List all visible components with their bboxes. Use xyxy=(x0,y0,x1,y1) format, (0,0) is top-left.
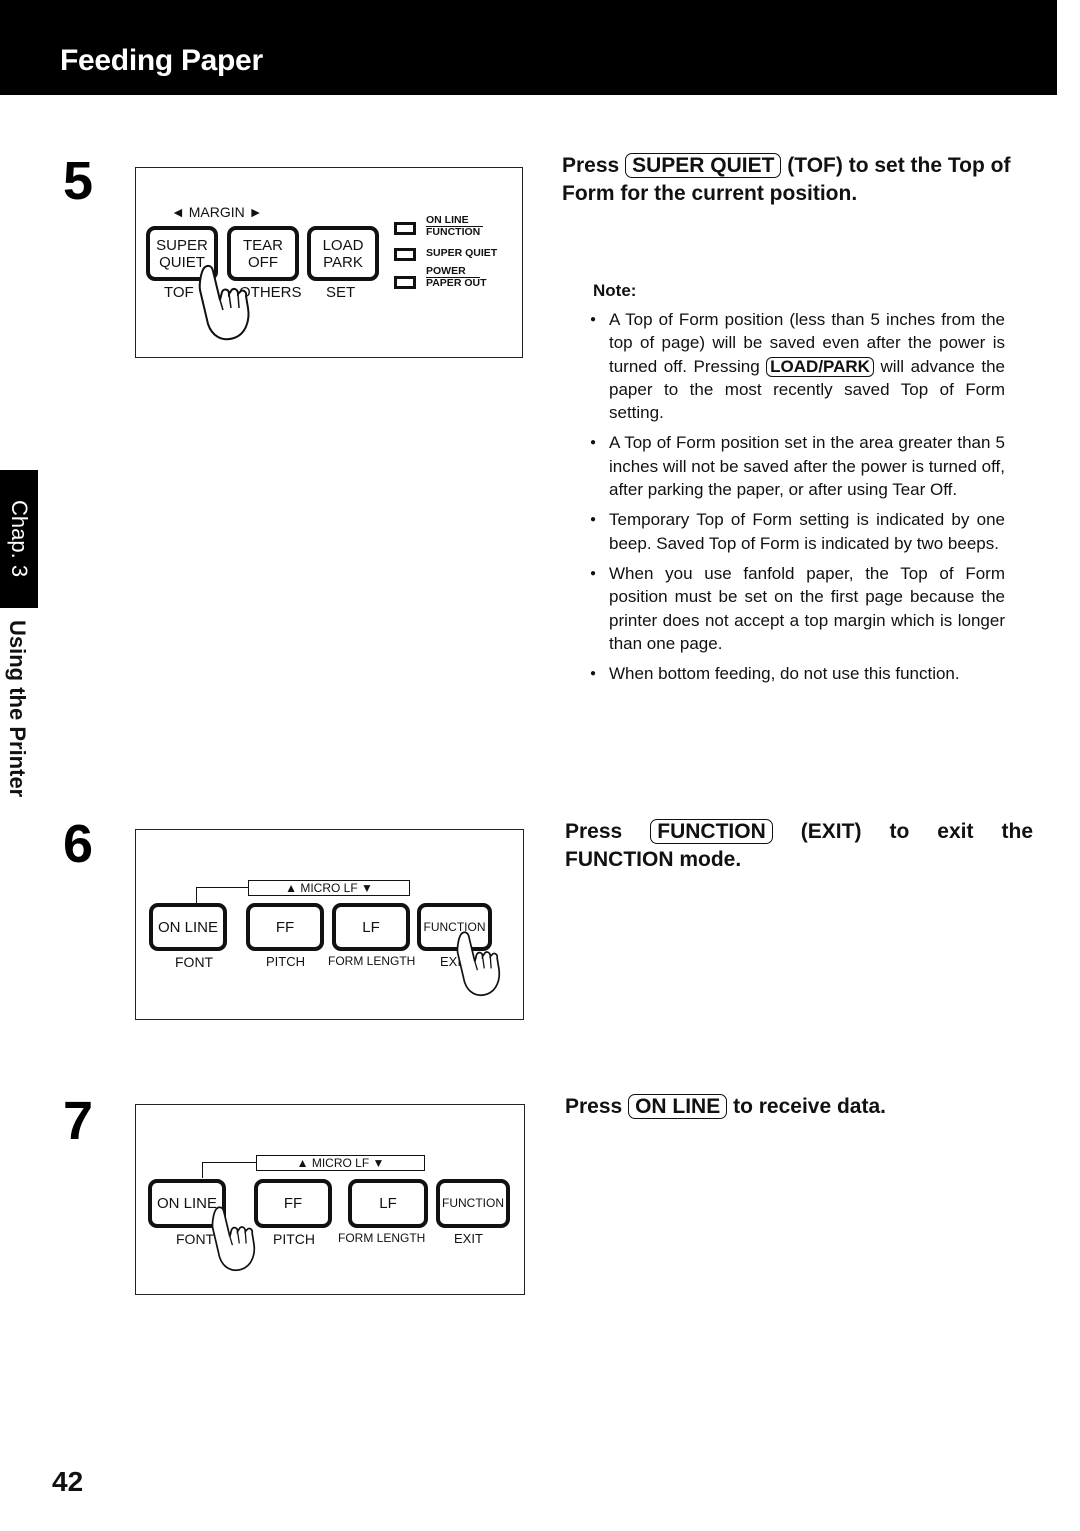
instruction-prefix: Press xyxy=(565,1095,623,1118)
control-panel-step7: ▲ MICRO LF ▼ ON LINE FF LF FUNCTION FONT… xyxy=(135,1104,525,1295)
instruction-suffix: (EXIT) to exit the FUNCTION mode. xyxy=(565,820,1033,871)
micro-lf-bracket xyxy=(196,887,249,903)
step-number-7: 7 xyxy=(63,1091,94,1151)
function-button[interactable]: FUNCTION xyxy=(436,1179,510,1228)
note-text: A Top of Form position set in the area g… xyxy=(609,433,1005,500)
online-function-indicator-label: ON LINE FUNCTION xyxy=(426,215,483,238)
load-park-key-ref: LOAD/PARK xyxy=(766,356,874,377)
button-label: FUNCTION xyxy=(442,1196,504,1210)
load-park-button[interactable]: LOAD PARK xyxy=(307,226,379,281)
button-label: ON LINE xyxy=(157,918,218,936)
step-number-6: 6 xyxy=(63,814,94,874)
micro-lf-label: ▲ MICRO LF ▼ xyxy=(248,880,410,896)
button-label-line1: LOAD xyxy=(322,236,364,254)
button-label: LF xyxy=(379,1195,397,1212)
instruction-prefix: Press xyxy=(562,154,620,177)
super-quiet-indicator-led xyxy=(394,248,416,261)
note-item: A Top of Form position (less than 5 inch… xyxy=(590,308,1005,424)
exit-label: EXIT xyxy=(454,1231,483,1246)
button-label-line1: TEAR xyxy=(242,236,283,254)
note-list: A Top of Form position (less than 5 inch… xyxy=(590,308,1005,692)
function-key-ref: FUNCTION xyxy=(650,819,773,844)
page-header-bar: Feeding Paper xyxy=(0,0,1057,95)
pitch-label: PITCH xyxy=(273,1231,315,1247)
button-label: FF xyxy=(283,1195,303,1212)
note-text: When you use fanfold paper, the Top of F… xyxy=(609,563,1005,653)
tof-label: TOF xyxy=(164,284,194,301)
set-label: SET xyxy=(326,284,356,301)
note-item: A Top of Form position set in the area g… xyxy=(590,431,1005,501)
pointing-hand-icon xyxy=(198,264,250,341)
step6-instruction: Press FUNCTION (EXIT) to exit the FUNCTI… xyxy=(565,818,1033,874)
control-panel-step6: ▲ MICRO LF ▼ ON LINE FF LF FUNCTION FONT… xyxy=(135,829,524,1020)
super-quiet-indicator-label: SUPER QUIET xyxy=(426,247,498,259)
note-item: When bottom feeding, do not use this fun… xyxy=(590,662,1005,686)
note-item: Temporary Top of Form setting is indicat… xyxy=(590,508,1005,555)
section-label: Using the Printer xyxy=(5,620,30,798)
micro-lf-bracket xyxy=(202,1162,257,1178)
step5-instruction: Press SUPER QUIET (TOF) to set the Top o… xyxy=(562,152,1037,208)
online-indicator-led xyxy=(394,222,416,235)
note-item: When you use fanfold paper, the Top of F… xyxy=(590,562,1005,655)
step-number-5: 5 xyxy=(63,151,94,211)
font-label: FONT xyxy=(176,1231,215,1247)
note-text: Temporary Top of Form setting is indicat… xyxy=(609,510,1005,553)
page-number: 42 xyxy=(52,1466,84,1497)
lf-button[interactable]: LF xyxy=(348,1179,428,1228)
step7-instruction: Press ON LINE to receive data. xyxy=(565,1093,1033,1121)
micro-lf-label: ▲ MICRO LF ▼ xyxy=(256,1155,425,1171)
note-text: When bottom feeding, do not use this fun… xyxy=(609,664,960,684)
control-panel-step5: ◄ MARGIN ► SUPER QUIET TEAR OFF LOAD PAR… xyxy=(135,167,523,358)
form-length-label: FORM LENGTH xyxy=(338,1231,426,1245)
margin-label: ◄ MARGIN ► xyxy=(171,204,263,220)
button-label-line1: SUPER xyxy=(156,236,208,254)
ff-button[interactable]: FF xyxy=(246,903,324,951)
pointing-hand-icon xyxy=(211,1206,256,1272)
instruction-suffix: to receive data. xyxy=(733,1095,886,1118)
button-label: LF xyxy=(362,918,380,936)
chapter-label: Chap. 3 xyxy=(7,500,32,578)
pointing-hand-icon xyxy=(456,931,501,997)
note-title: Note: xyxy=(593,281,637,300)
online-key-ref: ON LINE xyxy=(628,1094,728,1119)
pitch-label: PITCH xyxy=(266,954,305,969)
instruction-prefix: Press xyxy=(565,820,623,843)
button-label: ON LINE xyxy=(156,1195,217,1212)
indicator-bottom-label: PAPER OUT xyxy=(426,277,487,289)
page-title: Feeding Paper xyxy=(60,44,263,77)
online-button[interactable]: ON LINE xyxy=(149,903,227,951)
form-length-label: FORM LENGTH xyxy=(328,954,416,968)
font-label: FONT xyxy=(175,954,214,970)
button-label: FF xyxy=(275,918,295,936)
power-indicator-led xyxy=(394,276,416,289)
lf-button[interactable]: LF xyxy=(332,903,410,951)
button-label-line2: PARK xyxy=(323,253,363,271)
indicator-bottom-label: FUNCTION xyxy=(426,226,481,238)
super-quiet-key-ref: SUPER QUIET xyxy=(625,153,782,178)
power-paper-out-indicator-label: POWER PAPER OUT xyxy=(426,266,486,289)
